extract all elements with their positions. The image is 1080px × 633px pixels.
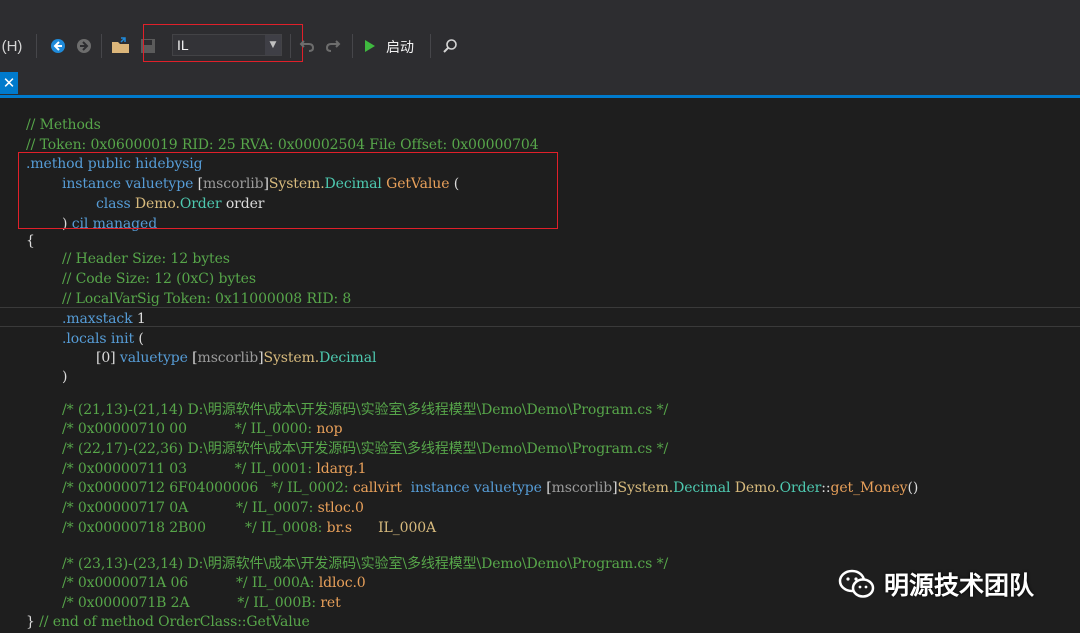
back-icon[interactable] bbox=[48, 36, 68, 56]
method-signature-highlight-box bbox=[18, 152, 558, 229]
undo-icon[interactable] bbox=[297, 36, 317, 56]
toolbar-separator bbox=[430, 34, 431, 58]
code-line: /* (22,17)-(22,36) D:\明源软件\成本\开发源码\实验室\多… bbox=[62, 441, 669, 457]
menu-help[interactable]: (H) bbox=[0, 36, 24, 56]
code-line: /* 0x00000711 03 */ IL_0001: ldarg.1 bbox=[62, 461, 367, 477]
code-line: // Header Size: 12 bytes bbox=[62, 251, 230, 267]
code-line: /* 0x0000071A 06 */ IL_000A: ldloc.0 bbox=[62, 575, 366, 591]
document-tab-bar bbox=[0, 70, 1080, 98]
code-line: /* (21,13)-(21,14) D:\明源软件\成本\开发源码\实验室\多… bbox=[62, 402, 669, 418]
code-line: /* 0x00000712 6F04000006 */ IL_0002: cal… bbox=[62, 480, 919, 496]
toolbar-separator bbox=[101, 34, 102, 58]
start-button[interactable]: 启动 bbox=[386, 37, 414, 57]
toolbar-highlight-box bbox=[143, 24, 303, 62]
code-line: /* 0x00000717 0A */ IL_0007: stloc.0 bbox=[62, 500, 364, 516]
code-line: .locals init ( bbox=[62, 331, 144, 347]
current-line-highlight bbox=[0, 307, 1080, 327]
watermark-text: 明源技术团队 bbox=[884, 571, 1035, 600]
code-line: /* 0x00000710 00 */ IL_0000: nop bbox=[62, 421, 343, 437]
redo-icon[interactable] bbox=[323, 36, 343, 56]
il-code-editor[interactable]: // Methods // Token: 0x06000019 RID: 25 … bbox=[0, 98, 1080, 633]
code-line: // Code Size: 12 (0xC) bytes bbox=[62, 271, 256, 287]
play-icon[interactable] bbox=[362, 36, 378, 56]
code-line: /* (23,13)-(23,14) D:\明源软件\成本\开发源码\实验室\多… bbox=[62, 556, 669, 572]
toolbar-separator bbox=[352, 34, 353, 58]
code-line: .maxstack 1 bbox=[62, 311, 146, 327]
watermark: 明源技术团队 bbox=[838, 566, 1034, 602]
code-line: /* 0x0000071B 2A */ IL_000B: ret bbox=[62, 595, 341, 611]
forward-icon[interactable] bbox=[74, 36, 94, 56]
open-folder-icon[interactable] bbox=[110, 36, 132, 56]
code-line: ) bbox=[62, 369, 68, 385]
code-line: } // end of method OrderClass::GetValue bbox=[26, 614, 310, 630]
toolbar: (H) IL ▼ 启动 bbox=[0, 0, 1080, 70]
toolbar-separator bbox=[36, 34, 37, 58]
toolbar-separator bbox=[290, 34, 291, 58]
search-icon[interactable] bbox=[440, 36, 460, 56]
close-icon[interactable]: ✕ bbox=[0, 72, 18, 94]
code-line: /* 0x00000718 2B00 */ IL_0008: br.s IL_0… bbox=[62, 520, 437, 536]
code-line: [0] valuetype [mscorlib]System.Decimal bbox=[96, 350, 377, 366]
wechat-icon bbox=[838, 569, 875, 598]
code-line: // Methods bbox=[26, 117, 101, 133]
code-line: { bbox=[26, 233, 35, 249]
code-line: // LocalVarSig Token: 0x11000008 RID: 8 bbox=[62, 291, 352, 307]
